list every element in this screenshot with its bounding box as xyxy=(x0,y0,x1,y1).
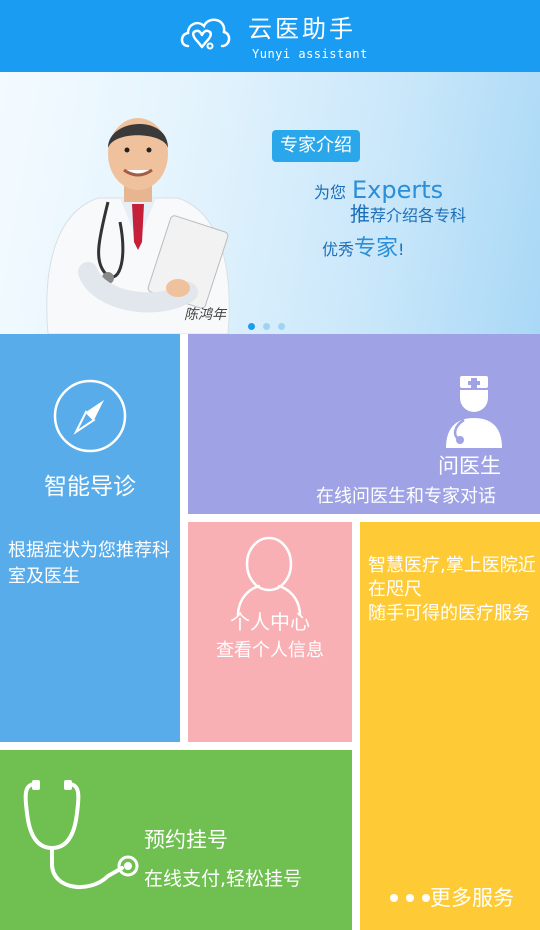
doctor-photo xyxy=(46,118,230,334)
banner-carousel[interactable]: 专家介绍 为您 Experts 推荐介绍各专科 优秀专家! 陈鸿年 xyxy=(0,72,540,334)
banner-line-3-big: 专家 xyxy=(354,236,399,261)
tile-appointment[interactable]: 预约挂号 在线支付,轻松挂号 xyxy=(0,750,352,930)
tile-more-services[interactable]: 智慧医疗,掌上医院近在咫尺 随手可得的医疗服务 更多服务 xyxy=(360,522,540,930)
app-header: 云医助手 Yunyi assistant xyxy=(0,0,540,72)
tile-smart-guide-title: 智能导诊 xyxy=(44,474,136,500)
banner-line-2: 推荐介绍各专科 xyxy=(350,198,466,227)
carousel-dot-3[interactable] xyxy=(278,323,285,330)
app-subtitle: Yunyi assistant xyxy=(252,47,368,61)
tile-ask-doctor[interactable]: 问医生 在线问医生和专家对话 xyxy=(188,334,540,514)
stethoscope-icon xyxy=(23,780,139,890)
tile-appointment-title: 预约挂号 xyxy=(144,828,228,852)
tile-personal-center[interactable]: 个人中心 查看个人信息 xyxy=(188,522,352,742)
carousel-dot-1[interactable] xyxy=(248,323,255,330)
tile-more-services-text: 智慧医疗,掌上医院近在咫尺 随手可得的医疗服务 xyxy=(368,554,540,626)
banner-line-2-big: 推 xyxy=(350,202,370,226)
tile-smart-guide-desc: 根据症状为您推荐科室及医生 xyxy=(8,540,170,587)
carousel-indicator[interactable] xyxy=(248,323,285,330)
app-title: 云医助手 xyxy=(248,15,356,43)
tile-personal-center-desc: 查看个人信息 xyxy=(216,640,324,661)
carousel-dot-2[interactable] xyxy=(263,323,270,330)
tile-more-services-text-1: 智慧医疗,掌上医院近在咫尺 xyxy=(368,555,536,600)
person-icon xyxy=(236,536,302,616)
doctor-icon xyxy=(446,376,502,448)
tile-appointment-desc: 在线支付,轻松挂号 xyxy=(144,868,303,890)
banner-line-2-rest: 荐介绍各专科 xyxy=(370,206,467,225)
banner-signature: 陈鸿年 xyxy=(184,307,226,323)
banner-line-3-suffix: ! xyxy=(398,240,405,259)
cloud-heart-logo-icon xyxy=(180,18,231,50)
banner-line-3: 优秀专家! xyxy=(322,230,404,262)
more-dots-icon xyxy=(390,894,430,902)
tile-personal-center-title: 个人中心 xyxy=(230,610,310,634)
more-services-label: 更多服务 xyxy=(430,886,514,910)
tile-smart-guide[interactable]: 智能导诊 根据症状为您推荐科室及医生 xyxy=(0,334,180,742)
banner-line-3-prefix: 优秀 xyxy=(322,240,355,259)
banner-line-1-prefix: 为您 xyxy=(314,183,347,202)
tile-ask-doctor-desc: 在线问医生和专家对话 xyxy=(316,486,496,507)
banner-badge: 专家介绍 xyxy=(272,130,360,162)
tile-more-services-text-2: 随手可得的医疗服务 xyxy=(368,603,530,624)
tile-ask-doctor-title: 问医生 xyxy=(438,454,501,478)
compass-icon xyxy=(53,379,127,453)
